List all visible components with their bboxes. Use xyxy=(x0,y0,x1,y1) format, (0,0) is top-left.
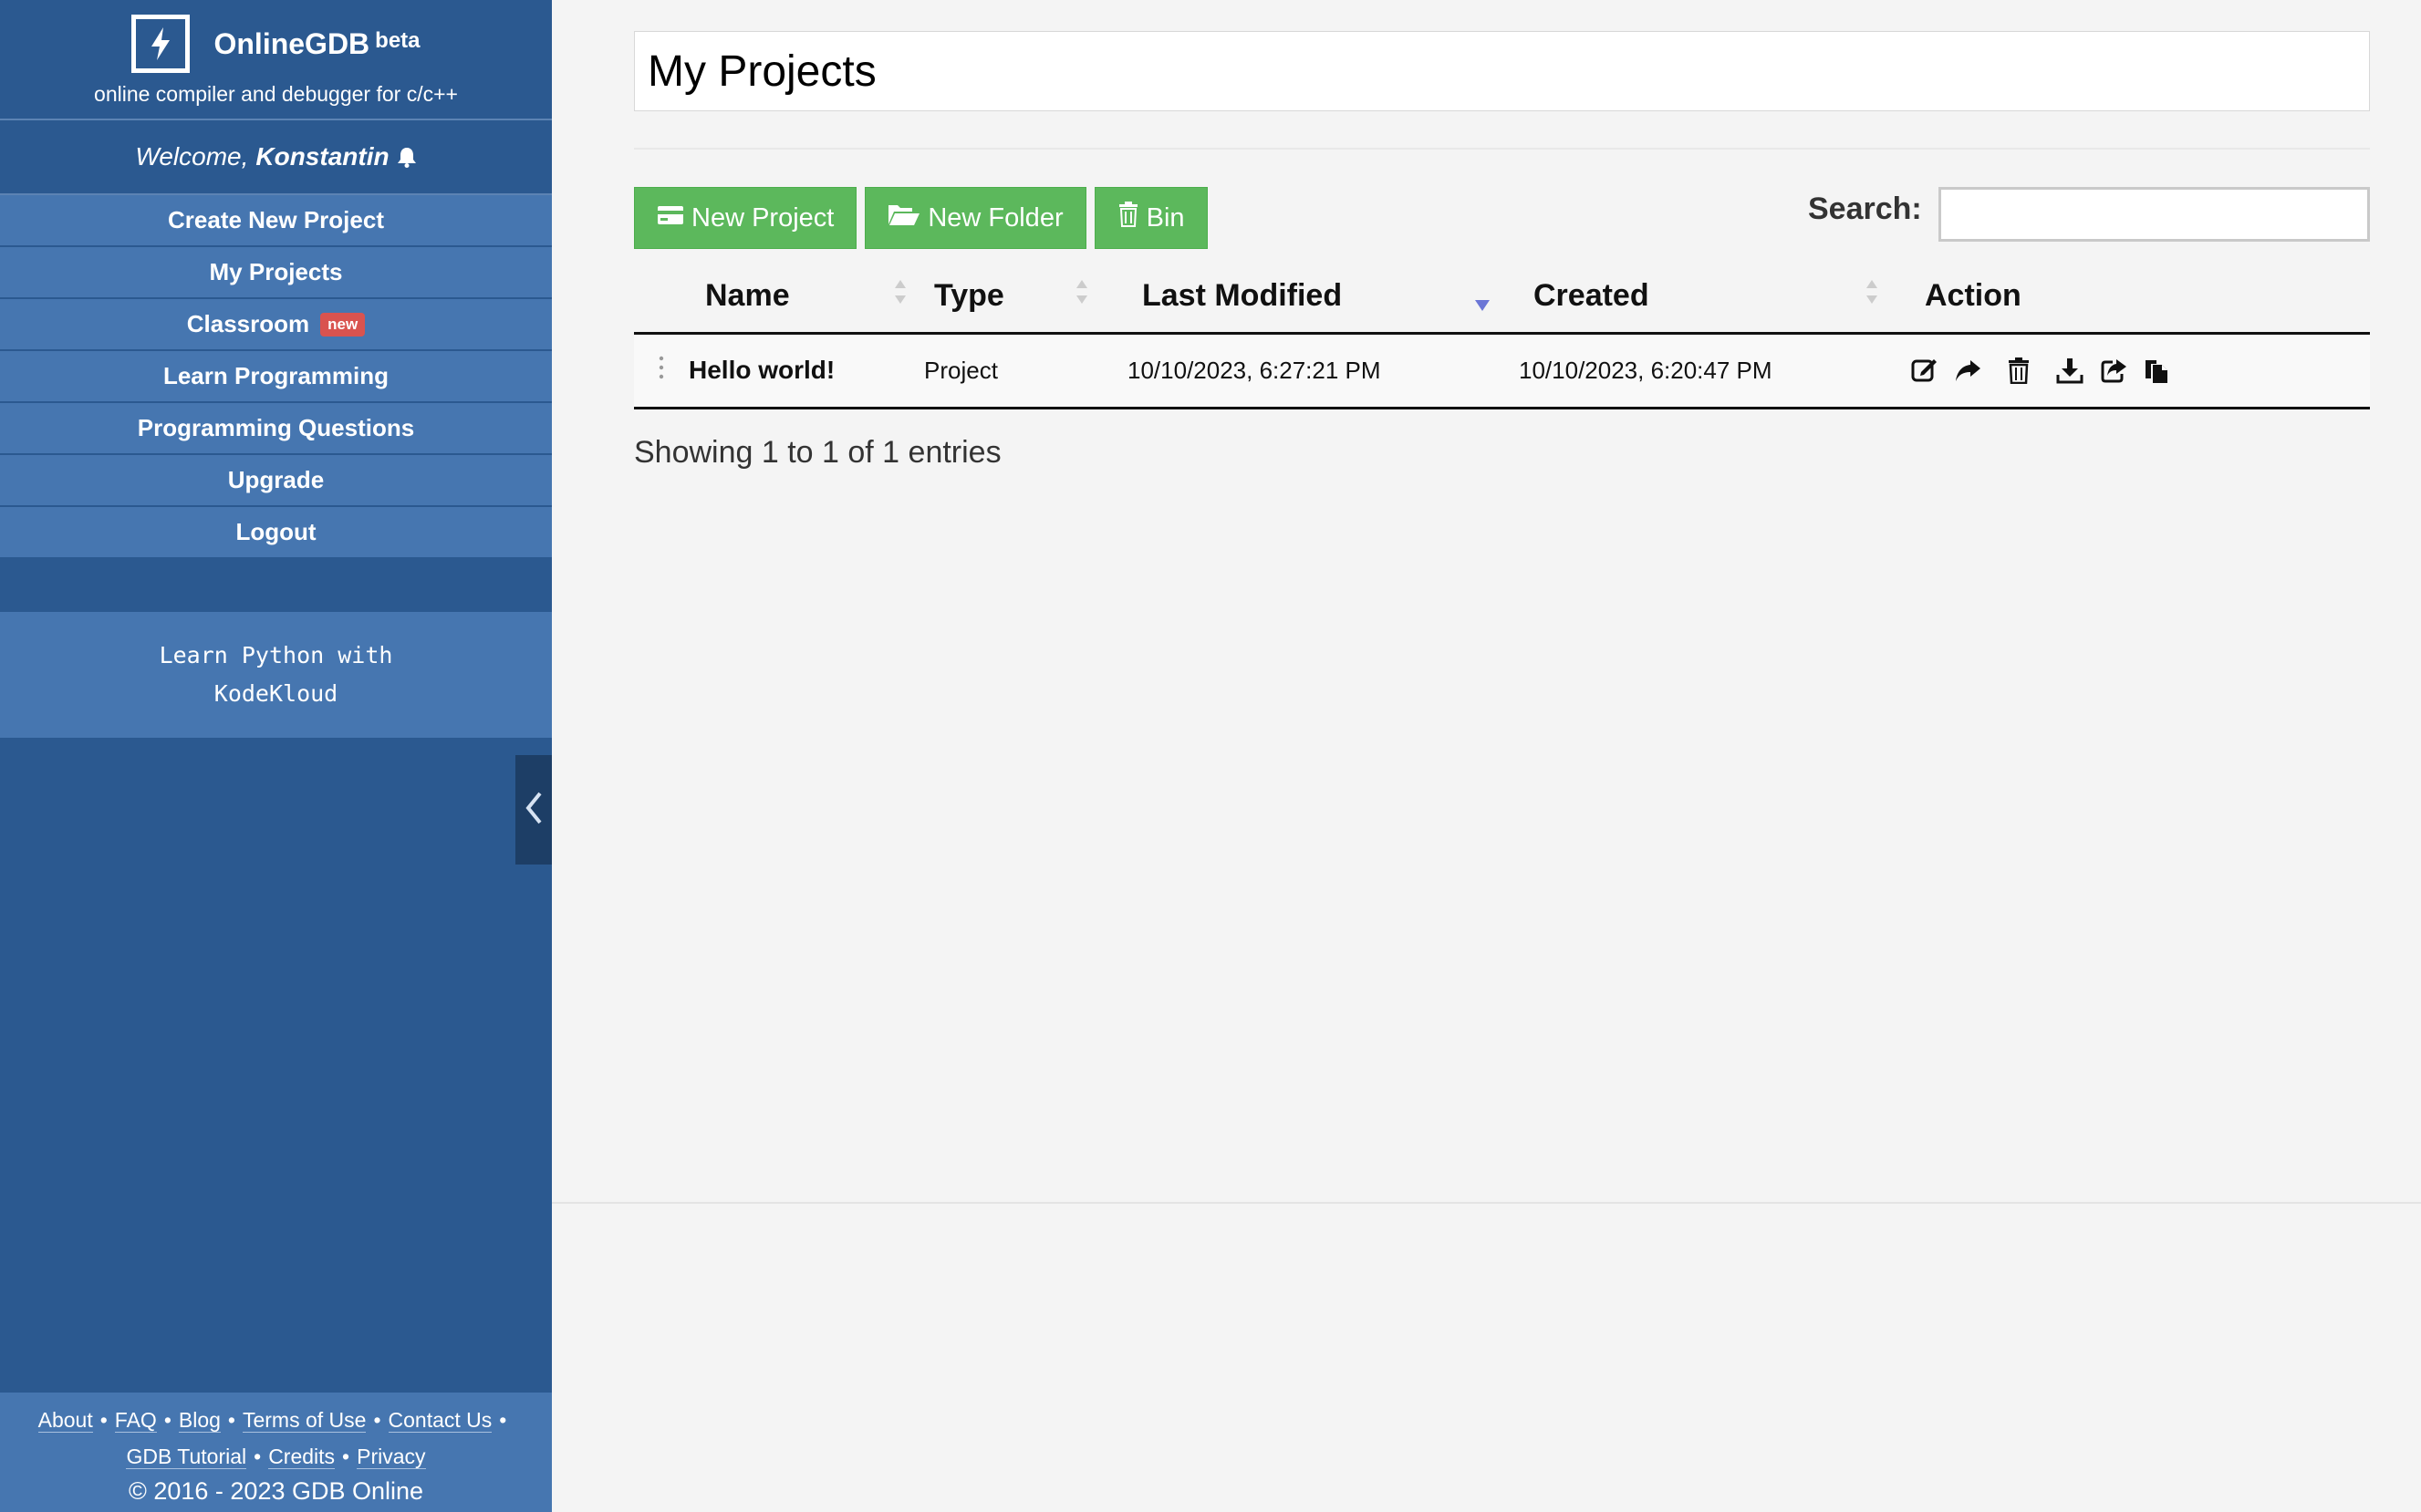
footer-link-gdb-tutorial[interactable]: GDB Tutorial xyxy=(126,1445,247,1469)
column-header-type[interactable]: Type xyxy=(924,260,1109,335)
sidebar-item-label: My Projects xyxy=(209,258,343,285)
edit-icon[interactable] xyxy=(1910,357,1938,384)
footer-separator: • xyxy=(99,1408,108,1432)
column-header-label: Created xyxy=(1533,277,1649,313)
brand-name[interactable]: OnlineGDB xyxy=(213,27,369,60)
footer-link-contact[interactable]: Contact Us xyxy=(388,1408,493,1433)
toolbar: New Project New Folder Bin xyxy=(634,187,1208,249)
promo-banner[interactable]: Learn Python with KodeKloud xyxy=(0,612,552,738)
column-header-action: Action xyxy=(1892,260,2370,335)
footer-separator: • xyxy=(499,1408,507,1432)
footer-link-credits[interactable]: Credits xyxy=(268,1445,336,1469)
copy-icon[interactable] xyxy=(2144,357,2171,384)
bin-button[interactable]: Bin xyxy=(1094,187,1208,249)
export-icon[interactable] xyxy=(2100,357,2127,384)
sidebar-item-label: Logout xyxy=(235,518,317,545)
cell-last-modified: 10/10/2023, 6:27:21 PM xyxy=(1109,333,1501,409)
folder-open-icon xyxy=(888,202,920,233)
cell-created: 10/10/2023, 6:20:47 PM xyxy=(1501,333,1892,409)
footer-separator: • xyxy=(373,1408,381,1432)
sidebar-item-label: Upgrade xyxy=(227,466,325,493)
new-badge: new xyxy=(320,312,366,337)
footer-link-about[interactable]: About xyxy=(37,1408,93,1433)
column-header-last-modified[interactable]: Last Modified xyxy=(1109,260,1501,335)
delete-icon[interactable] xyxy=(2007,357,2031,384)
brand-tagline: online compiler and debugger for c/c++ xyxy=(94,82,458,106)
sidebar-item-create-new-project[interactable]: Create New Project xyxy=(0,195,552,247)
download-icon[interactable] xyxy=(2056,357,2083,384)
credit-card-icon xyxy=(657,203,684,233)
sort-icon xyxy=(1865,276,1878,307)
cell-name[interactable]: Hello world! xyxy=(689,333,924,409)
table-header-row: Name Type Last Modified Created Action xyxy=(634,260,2370,335)
promo-line-1: Learn Python with xyxy=(159,642,393,668)
new-folder-label: New Folder xyxy=(928,202,1064,233)
cell-actions xyxy=(1892,333,2370,409)
bin-label: Bin xyxy=(1146,202,1185,233)
table-row[interactable]: Hello world! Project 10/10/2023, 6:27:21… xyxy=(634,333,2370,409)
sidebar-item-my-projects[interactable]: My Projects xyxy=(0,247,552,299)
vertical-dots-icon xyxy=(658,356,665,386)
sidebar-item-learn-programming[interactable]: Learn Programming xyxy=(0,351,552,403)
search-input[interactable] xyxy=(1938,187,2370,242)
sidebar-item-label: Classroom xyxy=(186,310,310,337)
main-content: My Projects New Project New Folder Bin S… xyxy=(552,0,2421,1204)
column-header-drag xyxy=(634,260,689,335)
sort-icon xyxy=(1075,276,1088,307)
column-header-name[interactable]: Name xyxy=(689,260,924,335)
new-project-button[interactable]: New Project xyxy=(634,187,857,249)
table-info: Showing 1 to 1 of 1 entries xyxy=(634,435,1002,470)
footer-link-privacy[interactable]: Privacy xyxy=(357,1445,426,1469)
share-icon[interactable] xyxy=(1954,357,1981,384)
bell-icon[interactable] xyxy=(397,146,417,168)
brand-header: OnlineGDB beta online compiler and debugg… xyxy=(0,0,552,120)
sort-icon xyxy=(894,276,907,307)
drag-handle[interactable] xyxy=(634,333,689,409)
welcome-message: Welcome, Konstantin xyxy=(0,120,552,195)
footer-separator: • xyxy=(163,1408,171,1432)
sidebar-item-upgrade[interactable]: Upgrade xyxy=(0,455,552,507)
logo-bolt-icon[interactable] xyxy=(131,15,191,73)
sort-desc-icon xyxy=(1474,287,1491,311)
sidebar-item-label: Learn Programming xyxy=(162,362,390,389)
footer-separator: • xyxy=(227,1408,235,1432)
trash-icon xyxy=(1117,202,1139,234)
footer-separator: • xyxy=(254,1445,262,1468)
promo-line-2: KodeKloud xyxy=(213,680,338,707)
footer-separator: • xyxy=(342,1445,350,1468)
welcome-prefix: Welcome, xyxy=(135,142,249,171)
welcome-username: Konstantin xyxy=(255,142,390,171)
cell-type: Project xyxy=(924,333,1109,409)
collapse-sidebar-button[interactable] xyxy=(515,755,552,865)
sidebar-footer: About • FAQ • Blog • Terms of Use • Contact Us • … xyxy=(0,1393,552,1512)
footer-link-blog[interactable]: Blog xyxy=(178,1408,221,1433)
search-label: Search: xyxy=(1808,192,1922,226)
sidebar-item-programming-questions[interactable]: Programming Questions xyxy=(0,403,552,455)
column-header-label: Name xyxy=(705,277,790,313)
divider xyxy=(634,148,2370,150)
sidebar-item-label: Programming Questions xyxy=(137,414,415,441)
projects-table: Name Type Last Modified Created Action H… xyxy=(634,260,2370,409)
new-project-label: New Project xyxy=(691,202,835,233)
sidebar-item-classroom[interactable]: Classroom new xyxy=(0,299,552,351)
footer-link-terms[interactable]: Terms of Use xyxy=(242,1408,367,1433)
column-header-label: Last Modified xyxy=(1142,277,1343,313)
sidebar-item-label: Create New Project xyxy=(168,206,384,233)
brand-beta-label: beta xyxy=(375,28,421,54)
sidebar-item-logout[interactable]: Logout xyxy=(0,507,552,559)
new-folder-button[interactable]: New Folder xyxy=(865,187,1086,249)
column-header-created[interactable]: Created xyxy=(1501,260,1892,335)
page-title: My Projects xyxy=(634,31,2370,111)
column-header-label: Action xyxy=(1925,277,2021,313)
sidebar: OnlineGDB beta online compiler and debugg… xyxy=(0,0,552,1512)
column-header-label: Type xyxy=(934,277,1004,313)
chevron-left-icon xyxy=(524,790,544,831)
sidebar-nav: Create New Project My Projects Classroom… xyxy=(0,195,552,559)
footer-link-faq[interactable]: FAQ xyxy=(114,1408,157,1433)
copyright-text: © 2016 - 2023 GDB Online xyxy=(128,1477,424,1505)
